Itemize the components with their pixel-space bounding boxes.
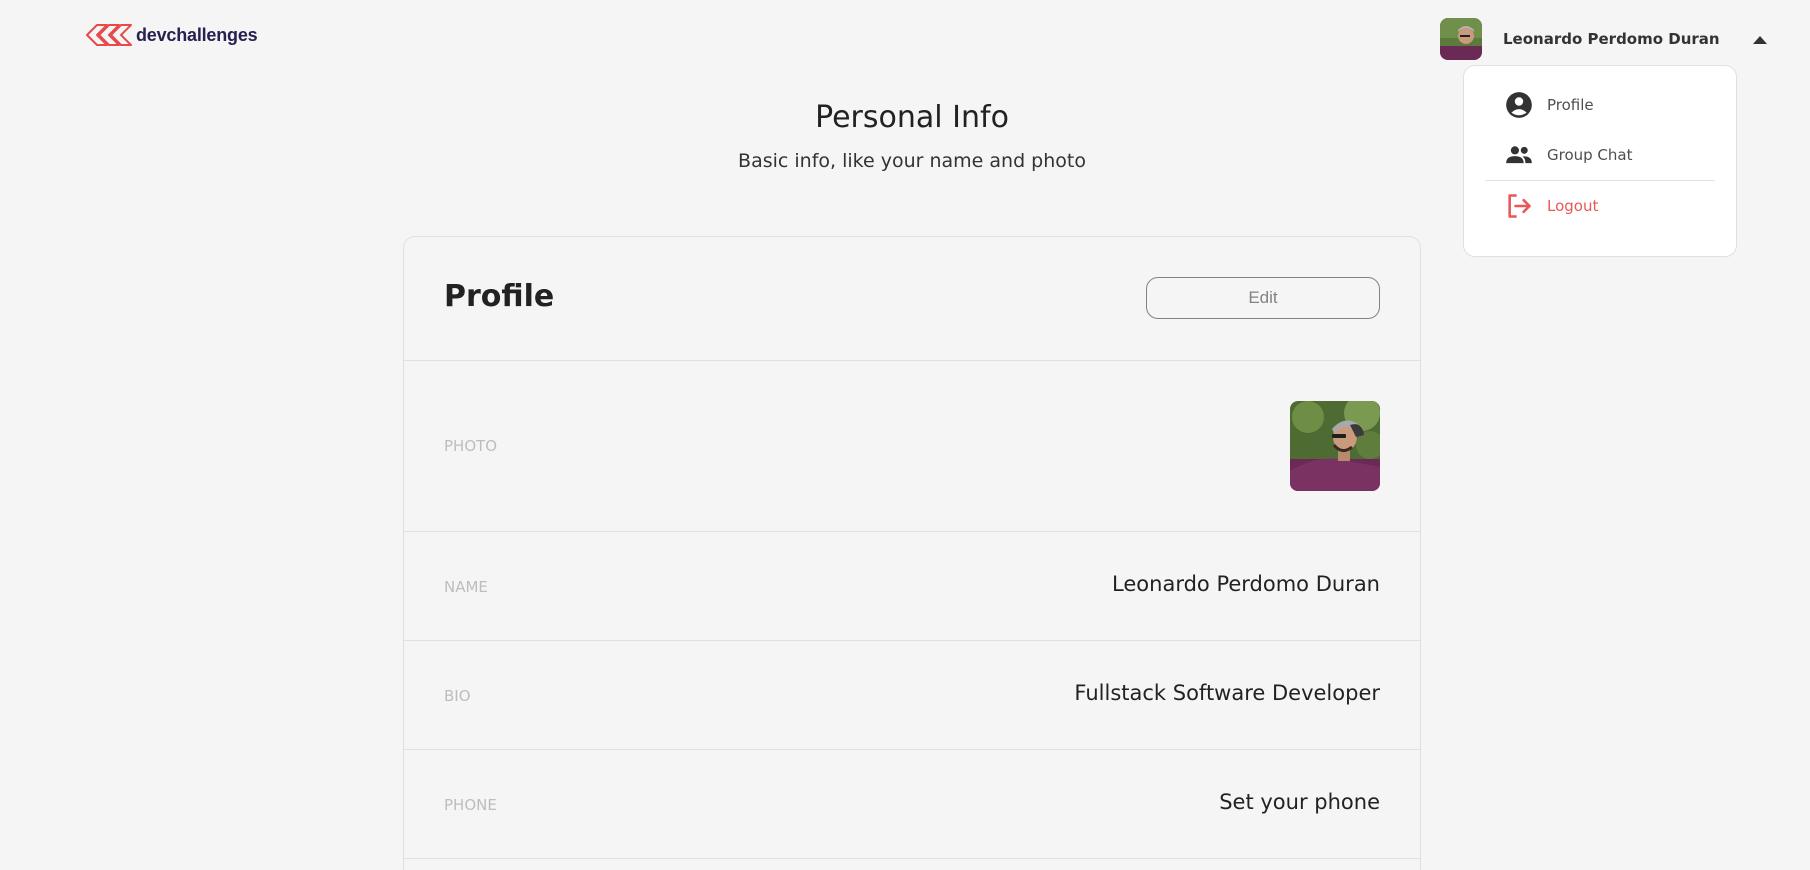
bio-label: BIO xyxy=(444,687,471,705)
page: devchallenges Leonardo Perdomo Duran Pro… xyxy=(0,0,1810,870)
bio-value: Fullstack Software Developer xyxy=(1074,681,1380,705)
card-title: Profile xyxy=(444,279,555,314)
photo-label: PHOTO xyxy=(444,437,498,455)
phone-label: PHONE xyxy=(444,796,497,814)
name-label: NAME xyxy=(444,578,488,596)
logout-icon xyxy=(1508,194,1531,218)
devchallenges-logo[interactable]: devchallenges xyxy=(85,22,258,48)
page-title: Personal Info xyxy=(815,100,1009,135)
phone-value: Set your phone xyxy=(1219,790,1380,814)
edit-button[interactable]: Edit xyxy=(1146,277,1380,319)
devchallenges-logo-icon xyxy=(86,24,132,46)
avatar xyxy=(1440,18,1482,60)
card-header: Profile Edit xyxy=(404,237,1420,361)
user-menu-toggle[interactable]: Leonardo Perdomo Duran xyxy=(1440,18,1767,60)
profile-photo[interactable] xyxy=(1290,401,1380,491)
caret-up-icon xyxy=(1752,35,1767,44)
photo-row: PHOTO xyxy=(404,361,1420,532)
page-subtitle: Basic info, like your name and photo xyxy=(738,150,1086,172)
name-row: NAME Leonardo Perdomo Duran xyxy=(404,532,1420,641)
user-name: Leonardo Perdomo Duran xyxy=(1503,30,1720,48)
logo-text: devchallenges xyxy=(136,24,258,45)
menu-item-logout[interactable]: Logout xyxy=(1485,181,1715,231)
bio-row: BIO Fullstack Software Developer xyxy=(404,641,1420,750)
name-value: Leonardo Perdomo Duran xyxy=(1112,572,1380,596)
phone-row: PHONE Set your phone xyxy=(404,750,1420,859)
menu-item-label: Logout xyxy=(1547,197,1599,215)
profile-card: Profile Edit PHOTO NAME Leonardo Perdomo… xyxy=(403,236,1421,870)
